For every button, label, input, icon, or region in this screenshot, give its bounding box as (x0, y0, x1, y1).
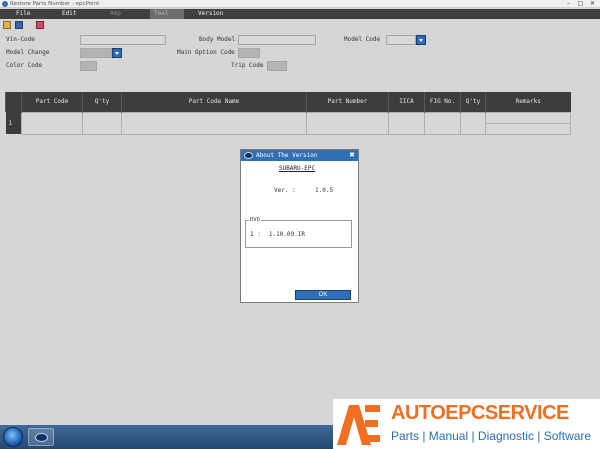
table-row[interactable]: 1 (5, 111, 571, 135)
window-titlebar: Restore Parts Number - epcPoint – □ ✕ (0, 0, 600, 8)
parts-table: Part Code Q'ty Part Code Name Part Numbe… (5, 92, 571, 135)
main-option-code-input[interactable] (238, 48, 260, 58)
trip-code-input[interactable] (267, 61, 287, 71)
dvd-group: DVD 1 : 1.10.09.IR (245, 217, 352, 248)
menu-edit[interactable]: Edit (58, 9, 80, 19)
close-icon[interactable]: ✖ (349, 150, 355, 161)
version-label: Ver. : (274, 187, 296, 194)
column-header-part-number[interactable]: Part Number (306, 92, 389, 112)
table-cell[interactable] (424, 111, 461, 135)
remarks-cell[interactable] (485, 111, 571, 135)
vin-code-input[interactable] (80, 35, 166, 45)
model-change-label: Model Change (6, 49, 50, 56)
menu-version[interactable]: Version (194, 9, 227, 19)
window-controls: – □ ✕ (563, 0, 598, 7)
menu-file[interactable]: File (12, 9, 34, 19)
subaru-logo-icon (244, 152, 253, 159)
dvd-row-index: 1 : (250, 231, 261, 238)
dialog-titlebar[interactable]: About The Version ✖ (241, 150, 358, 161)
watermark-brand: AUTOEPCSERVICE (391, 402, 569, 424)
start-button-icon[interactable] (3, 427, 23, 447)
column-header-qty[interactable]: Q'ty (82, 92, 122, 112)
column-header-part-code[interactable]: Part Code (21, 92, 83, 112)
remarks-line (486, 113, 570, 124)
minimize-icon[interactable]: – (563, 0, 574, 7)
remarks-line (486, 124, 570, 134)
column-header-remarks[interactable]: Remarks (485, 92, 571, 112)
table-cell[interactable] (82, 111, 122, 135)
dvd-row: 1 : 1.10.09.IR (250, 231, 305, 238)
model-code-label: Model Code (344, 36, 381, 43)
column-header-part-code-name[interactable]: Part Code Name (121, 92, 307, 112)
remarks-split (486, 113, 570, 134)
row-number: 1 (5, 112, 22, 134)
table-cell[interactable] (306, 111, 389, 135)
vin-code-label: Vin-Code (6, 36, 35, 43)
main-option-code-label: Main Option Code (177, 49, 235, 56)
subaru-logo-icon (35, 433, 48, 442)
autoepcservice-logo-icon (337, 405, 380, 445)
table-cell[interactable] (21, 111, 83, 135)
dvd-row-value: 1.10.09.IR (268, 231, 305, 238)
product-name: SUBARU-EPC (279, 165, 316, 172)
table-cell[interactable] (460, 111, 486, 135)
model-code-dropdown-icon[interactable] (416, 35, 426, 45)
taskbar-app-button[interactable] (28, 428, 54, 446)
version-value: 1.0.5 (315, 187, 334, 194)
menu-amp[interactable]: Amp (106, 9, 125, 19)
dvd-legend: DVD (249, 217, 261, 224)
model-code-select[interactable] (386, 35, 416, 45)
table-cell[interactable] (388, 111, 425, 135)
window-title: Restore Parts Number - epcPoint (10, 1, 100, 7)
print-icon[interactable] (36, 21, 44, 29)
table-header-row: Part Code Q'ty Part Code Name Part Numbe… (5, 92, 571, 112)
ok-button[interactable]: OK (295, 290, 351, 300)
body-model-input[interactable] (238, 35, 316, 45)
watermark: AUTOEPCSERVICE Parts | Manual | Diagnost… (333, 399, 600, 449)
maximize-icon[interactable]: □ (575, 0, 586, 7)
color-code-input[interactable] (80, 61, 97, 71)
column-header-iica[interactable]: IICA (388, 92, 425, 112)
close-icon[interactable]: ✕ (587, 0, 598, 7)
model-change-dropdown-icon[interactable] (112, 48, 122, 58)
column-header-fig-no[interactable]: FIG No. (424, 92, 461, 112)
watermark-tagline: Parts | Manual | Diagnostic | Software (391, 429, 592, 443)
column-header-qty-2[interactable]: Q'ty (460, 92, 486, 112)
table-cell[interactable] (121, 111, 307, 135)
color-code-label: Color Code (6, 62, 43, 69)
trip-code-label: Trip Code (231, 62, 264, 69)
dialog-title: About The Version (256, 152, 318, 159)
column-header (5, 92, 22, 112)
menu-bar: File Edit Amp Tool Version (0, 9, 600, 19)
model-change-select[interactable] (80, 48, 112, 58)
save-icon[interactable] (15, 21, 23, 29)
about-dialog: About The Version ✖ SUBARU-EPC Ver. : 1.… (240, 149, 359, 303)
app-icon (2, 1, 8, 7)
body-model-label: Body Model (199, 36, 236, 43)
toolbar (0, 19, 600, 31)
open-folder-icon[interactable] (3, 21, 11, 29)
menu-tool[interactable]: Tool (150, 9, 184, 19)
